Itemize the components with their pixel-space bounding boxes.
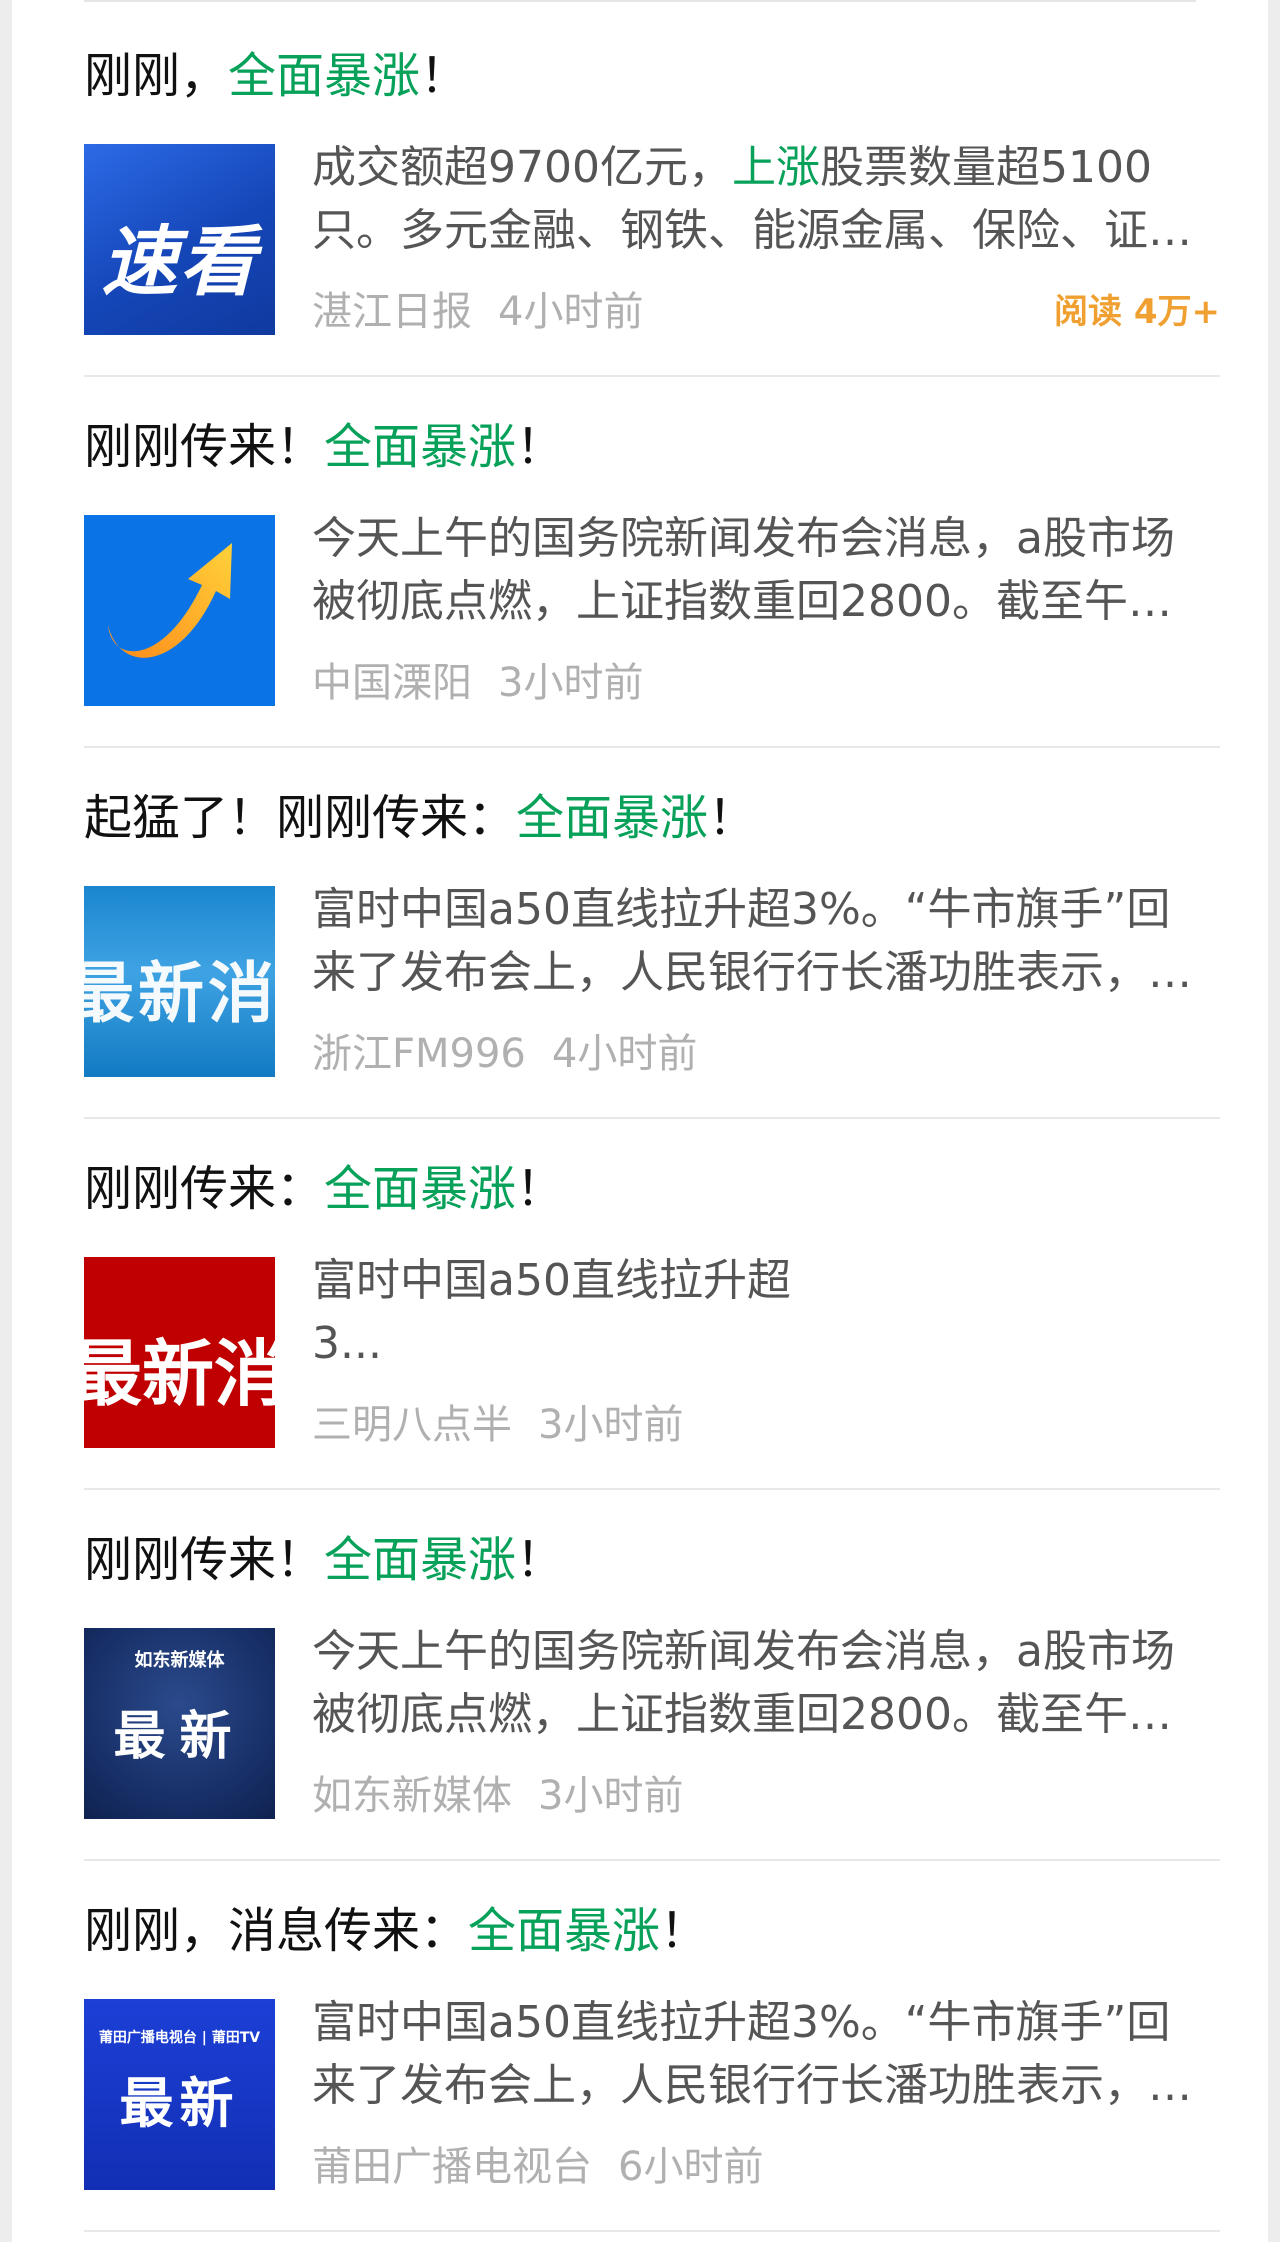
read-count: 阅读 4万+ (1054, 292, 1220, 332)
article-time: 6小时前 (618, 2144, 764, 2190)
article-title[interactable]: 刚刚传来！全面暴涨！ (84, 1530, 564, 1590)
title-suffix: ！ (516, 1532, 565, 1588)
title-highlight: 全面暴涨 (324, 1532, 517, 1588)
article-summary: 富时中国a50直线拉升超3%。“牛市旗手”回来了发布会上，人民银行行长潘功胜表示… (312, 884, 1192, 998)
article-time: 3小时前 (538, 1402, 684, 1448)
article-meta: 三明八点半 3小时前 (312, 1395, 683, 1455)
article-source: 中国溧阳 (312, 660, 472, 706)
article-meta: 如东新媒体 3小时前 (312, 1766, 683, 1826)
title-suffix: ！ (708, 790, 757, 846)
article-title[interactable]: 刚刚，消息传来：全面暴涨！ (84, 1901, 708, 1961)
article-card[interactable]: 刚刚传来！全面暴涨！ 今天上午的国务院新闻发布会消息，a股市场被彻底点燃，上证指… (84, 377, 1220, 748)
thumbnail-text: 最新 (113, 1706, 246, 1767)
article-title[interactable]: 刚刚，全面暴涨！ (84, 46, 468, 106)
article-summary: 今天上午的国务院新闻发布会消息，a股市场被彻底点燃，上证指数重回2800。截至午… (312, 513, 1175, 627)
article-thumbnail[interactable]: 莆田广播电视台 | 莆田TV 最新 (84, 1999, 275, 2190)
summary-highlight: 上涨 (731, 142, 820, 193)
article-source: 浙江FM996 (312, 1031, 526, 1077)
article-feed: 刚刚，全面暴涨！ 速看 成交额超9700亿元，上涨股票数量超5100只。多元金融… (12, 0, 1268, 2242)
title-prefix: 刚刚传来！ (84, 1532, 325, 1588)
rising-arrow-icon (108, 543, 232, 658)
article-time: 4小时前 (551, 1031, 698, 1077)
article-thumbnail[interactable] (84, 515, 275, 706)
title-highlight: 全面暴涨 (468, 1903, 661, 1959)
article-title[interactable]: 刚刚传来！全面暴涨！ (84, 417, 564, 477)
article-source: 莆田广播电视台 (312, 2144, 592, 2190)
thumbnail-text: 最新消息 (84, 1331, 275, 1416)
title-prefix: 刚刚， (84, 48, 229, 104)
title-suffix: ！ (516, 1161, 565, 1217)
summary-line: 3... (312, 1318, 382, 1369)
article-thumbnail[interactable]: 如东新媒体 最新 (84, 1628, 275, 1819)
article-summary: 成交额超9700亿元，上涨股票数量超5100只。多元金融、钢铁、能源金属、保险、… (312, 136, 1202, 262)
article-title[interactable]: 起猛了！刚刚传来：全面暴涨！ (84, 788, 756, 848)
title-prefix: 起猛了！刚刚传来： (84, 790, 517, 846)
thumbnail-brand: 如东新媒体 (134, 1650, 225, 1671)
title-prefix: 刚刚传来： (84, 1161, 325, 1217)
title-highlight: 全面暴涨 (228, 48, 421, 104)
article-time: 3小时前 (498, 660, 644, 706)
summary-text: 成交额超9700亿元， (312, 142, 732, 193)
article-card[interactable]: 起猛了！刚刚传来：全面暴涨！ 最新消息 富时中国a50直线拉升超3%。“牛市旗手… (84, 748, 1220, 1119)
article-card[interactable]: 刚刚传来！全面暴涨！ 如东新媒体 最新 今天上午的国务院新闻发布会消息，a股市场… (84, 1490, 1220, 1861)
article-source: 如东新媒体 (312, 1773, 512, 1819)
thumbnail-text: 最新 (119, 2071, 240, 2135)
title-suffix: ！ (660, 1903, 709, 1959)
article-title[interactable]: 刚刚传来：全面暴涨！ (84, 1159, 564, 1219)
summary-line: 富时中国a50直线拉升超 (312, 1255, 791, 1306)
article-meta: 浙江FM996 4小时前 (312, 1024, 697, 1084)
article-card[interactable]: 刚刚传来：全面暴涨！ 最新消息 富时中国a50直线拉升超 3... 三明八点半 3… (84, 1119, 1220, 1490)
thumbnail-text: 速看 (101, 217, 258, 306)
article-meta: 莆田广播电视台 6小时前 (312, 2137, 763, 2197)
title-prefix: 刚刚，消息传来： (84, 1903, 469, 1959)
article-thumbnail[interactable]: 最新消息 (84, 886, 275, 1077)
article-thumbnail[interactable]: 速看 (84, 144, 275, 335)
divider (84, 2230, 1220, 2232)
article-summary: 今天上午的国务院新闻发布会消息，a股市场被彻底点燃，上证指数重回2800。截至午… (312, 1626, 1175, 1740)
title-prefix: 刚刚传来！ (84, 419, 325, 475)
article-meta: 湛江日报 4小时前 (312, 282, 643, 342)
article-source: 三明八点半 (312, 1402, 512, 1448)
title-suffix: ！ (516, 419, 565, 475)
article-card[interactable]: 刚刚，消息传来：全面暴涨！ 莆田广播电视台 | 莆田TV 最新 富时中国a50直… (84, 1861, 1220, 2232)
article-time: 3小时前 (538, 1773, 684, 1819)
article-source: 湛江日报 (312, 289, 472, 335)
title-highlight: 全面暴涨 (324, 419, 517, 475)
article-card[interactable]: 刚刚，全面暴涨！ 速看 成交额超9700亿元，上涨股票数量超5100只。多元金融… (84, 6, 1220, 377)
article-thumbnail[interactable]: 最新消息 (84, 1257, 275, 1448)
article-time: 4小时前 (498, 289, 644, 335)
thumbnail-text: 最新消息 (84, 954, 275, 1032)
title-highlight: 全面暴涨 (324, 1161, 517, 1217)
article-meta: 中国溧阳 3小时前 (312, 653, 643, 713)
top-divider (84, 0, 1196, 2)
article-summary: 富时中国a50直线拉升超3%。“牛市旗手”回来了发布会上，人民银行行长潘功胜表示… (312, 1997, 1192, 2111)
title-highlight: 全面暴涨 (516, 790, 709, 846)
title-suffix: ！ (420, 48, 469, 104)
thumbnail-brand: 莆田广播电视台 | 莆田TV (98, 2030, 261, 2046)
article-summary: 富时中国a50直线拉升超 3... (312, 1249, 1202, 1375)
